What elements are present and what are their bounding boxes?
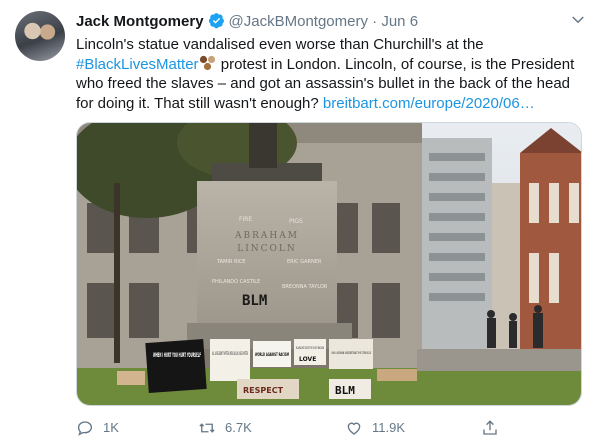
retweet-button[interactable]: 6.7K — [198, 416, 252, 440]
hashtag-link[interactable]: #BlackLivesMatter — [76, 56, 199, 73]
graffiti-3: TAMIR RICE — [216, 259, 246, 265]
graffiti-1: FIRE — [239, 216, 252, 223]
protest-sign-6: I AM A WOMAN UNDERSTAND THE STRUGGLE — [331, 351, 371, 355]
tweet-text-part1: Lincoln's statue vandalised even worse t… — [76, 36, 484, 53]
tweet-text: Lincoln's statue vandalised even worse t… — [76, 35, 576, 113]
protest-photo: ABRAHAM LINCOLN FIRE PIGS TAMIR RICE ERI… — [77, 123, 581, 405]
reply-button[interactable]: 1K — [76, 416, 119, 440]
plinth-inscription-name: LINCOLN — [237, 244, 297, 254]
avatar[interactable] — [15, 11, 65, 61]
retweet-icon — [199, 423, 215, 433]
author-handle[interactable]: @JackBMontgomery — [229, 13, 368, 30]
tweet-header: Jack Montgomery @JackBMontgomery · Jun 6 — [76, 12, 418, 32]
share-icon — [483, 420, 497, 435]
plinth-inscription-top: ABRAHAM — [234, 231, 299, 241]
protest-sign-2: ALL LIVES DON'T MATTER UNTIL BLACK LIVES… — [212, 351, 248, 356]
protest-sign-5: LOVE — [299, 356, 316, 363]
protest-sign-7: RESPECT — [243, 386, 284, 395]
chevron-down-icon[interactable] — [569, 11, 587, 29]
tweet[interactable]: Jack Montgomery @JackBMontgomery · Jun 6 … — [0, 0, 598, 447]
article-link[interactable]: breitbart.com/europe/2020/06… — [323, 95, 535, 112]
tweet-photo[interactable]: ABRAHAM LINCOLN FIRE PIGS TAMIR RICE ERI… — [76, 122, 582, 406]
protest-sign-3: WORLD AGAINST RACISM — [255, 352, 289, 357]
tweet-date[interactable]: Jun 6 — [381, 13, 418, 30]
protest-sign-1: WHEN I HURT YOU HURT YOURSELF — [153, 352, 201, 359]
like-count: 11.9K — [372, 420, 406, 435]
graffiti-6: BREONNA TAYLOR — [282, 284, 328, 290]
graffiti-2: PIGS — [289, 218, 303, 225]
separator-dot: · — [372, 13, 378, 30]
protest-sign-8: BLM — [335, 384, 355, 397]
reply-count: 1K — [103, 420, 119, 435]
like-icon — [347, 422, 361, 435]
graffiti-blm: BLM — [242, 293, 267, 309]
verified-badge-icon — [208, 13, 224, 29]
like-button[interactable]: 11.9K — [345, 416, 405, 440]
author-name[interactable]: Jack Montgomery — [76, 13, 204, 30]
protest-sign-4: IN A RACIST SOCIETY IT IS NOT ENOUGH — [296, 346, 324, 350]
retweet-count: 6.7K — [225, 420, 252, 435]
graffiti-5: PHILANDO CASTILE — [212, 279, 260, 285]
graffiti-4: ERIC GARNER — [287, 259, 322, 265]
reply-icon — [77, 421, 93, 436]
share-button[interactable] — [481, 416, 508, 440]
raised-fist-emoji-icon — [199, 55, 215, 70]
tweet-actions: 1K 6.7K 11.9K — [76, 416, 576, 440]
